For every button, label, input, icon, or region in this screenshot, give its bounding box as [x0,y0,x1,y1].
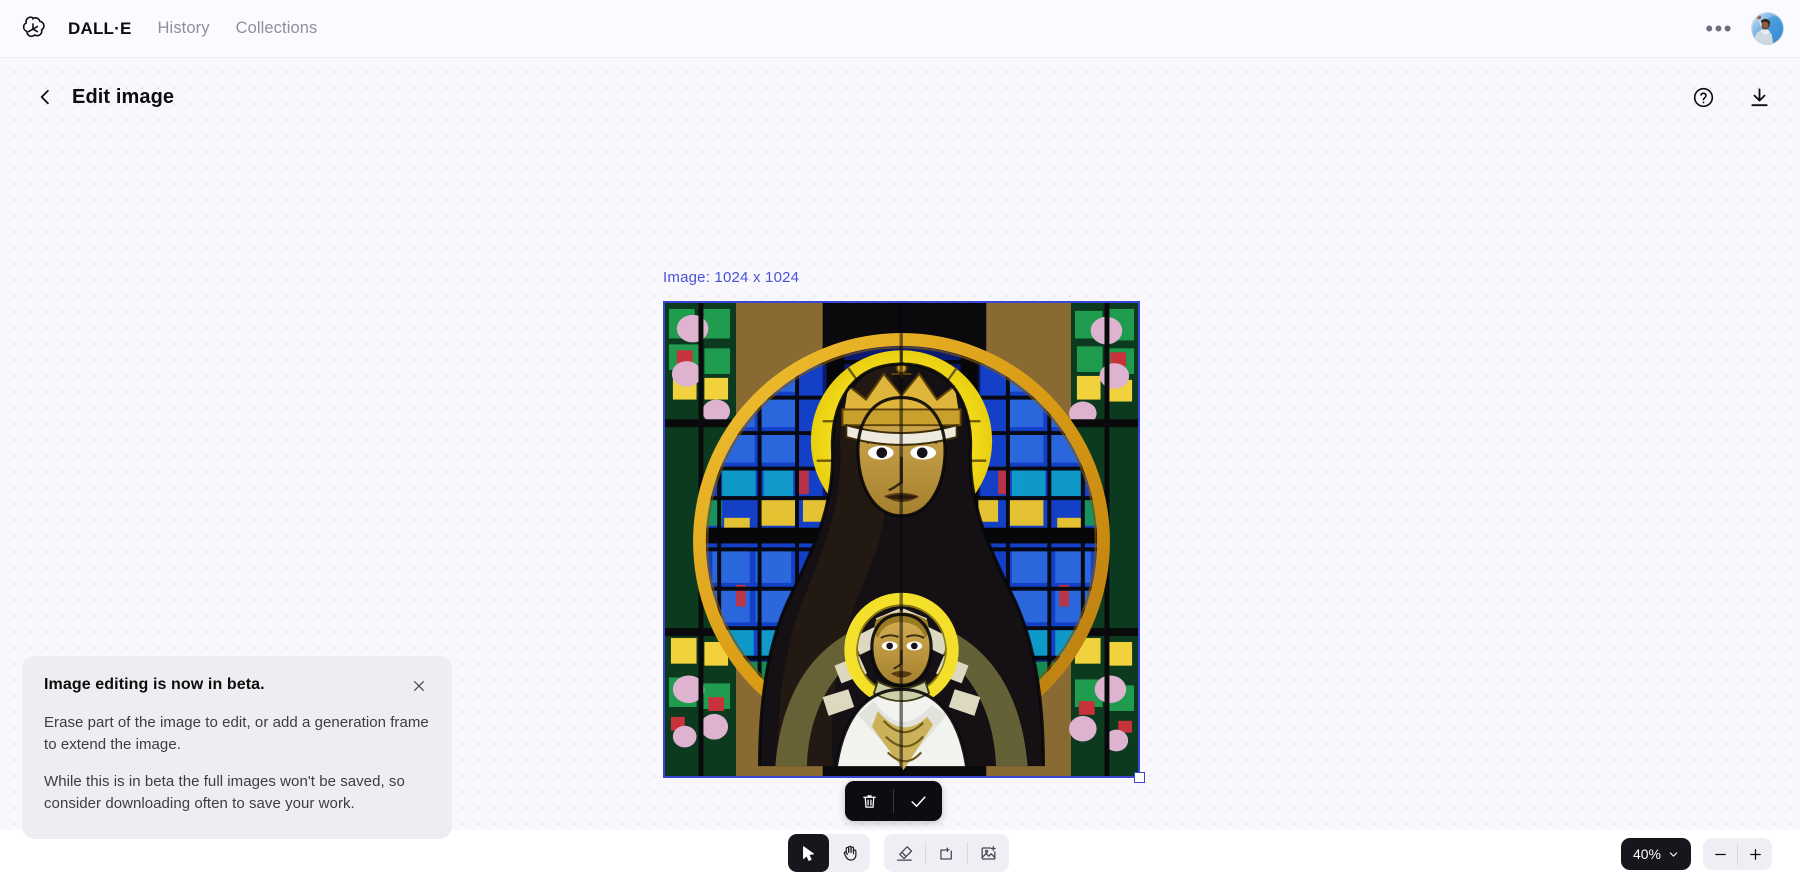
nav-link-history[interactable]: History [158,19,210,38]
beta-notice-toast: Image editing is now in beta. Erase part… [22,656,452,839]
chevron-left-icon [40,89,49,105]
nav-right-actions: ••• [1701,12,1784,45]
toast-title: Image editing is now in beta. [44,676,265,693]
add-image-tool[interactable] [968,834,1009,872]
eraser-tool[interactable] [884,834,925,872]
tool-group-edit [884,834,1009,872]
openai-logo-icon[interactable] [16,12,50,46]
zoom-controls: 40% [1620,838,1772,870]
back-button[interactable] [30,82,60,112]
resize-handle-bottom-right[interactable] [1134,772,1145,783]
nav-links: DALL·E History Collections [68,19,317,39]
selection-action-bar [845,781,942,821]
zoom-step-group [1703,838,1772,870]
delete-selection-button[interactable] [845,781,893,821]
editor-toolbar [788,834,1009,872]
more-options-icon[interactable]: ••• [1701,17,1737,40]
zoom-in-button[interactable] [1738,838,1772,870]
zoom-out-button[interactable] [1703,838,1737,870]
tool-group-pointer [788,834,870,872]
chevron-down-icon [1669,851,1678,857]
pan-tool[interactable] [829,834,870,872]
header-actions [1690,84,1772,110]
nav-brand-dalle[interactable]: DALL·E [68,19,132,39]
select-tool[interactable] [788,834,829,872]
image-size-label: Image: 1024 x 1024 [663,269,800,286]
zoom-level-value: 40% [1632,846,1661,862]
download-icon[interactable] [1746,84,1772,110]
nav-link-collections[interactable]: Collections [236,19,318,38]
help-circle-icon[interactable] [1690,84,1716,110]
avatar[interactable] [1751,12,1784,45]
page-title: Edit image [72,85,175,108]
toast-title-row: Image editing is now in beta. [44,676,430,697]
accept-selection-button[interactable] [894,781,942,821]
stained-glass-artwork [665,303,1138,776]
generation-frame-tool[interactable] [926,834,967,872]
toast-paragraph-1: Erase part of the image to edit, or add … [44,714,429,753]
image-selection-frame[interactable] [663,301,1140,778]
top-navigation-bar: DALL·E History Collections ••• [0,0,1800,58]
image-editor-canvas[interactable]: Image: 1024 x 1024 40% Image editing is … [0,58,1800,872]
close-icon[interactable] [408,675,430,697]
zoom-level-selector[interactable]: 40% [1620,838,1691,870]
toast-paragraph-2: While this is in beta the full images wo… [44,773,405,812]
